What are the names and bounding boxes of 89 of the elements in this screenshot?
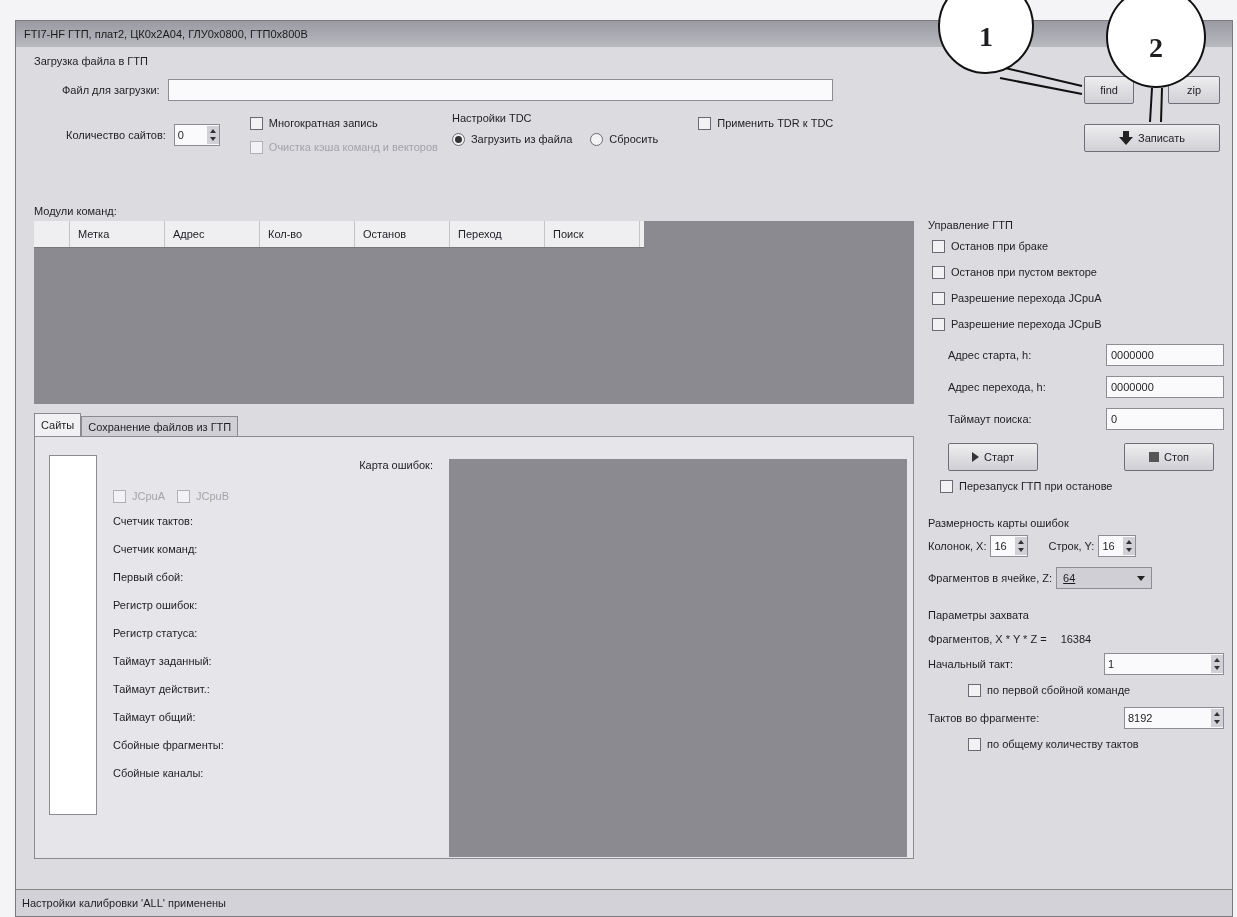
field-label: Таймаут действит.: [113,683,210,695]
checkbox[interactable] [932,291,945,305]
checkbox[interactable] [932,265,945,279]
checkbox-label: Применить TDR к TDC [717,117,834,129]
column-header[interactable]: Кол-во [260,221,355,247]
radio-label: Сбросить [609,133,659,145]
field-label: Регистр статуса: [113,627,198,639]
text-field[interactable]: 0000000 [1106,344,1224,366]
tab[interactable]: Сайты [34,413,82,436]
checkbox-label: по общему количеству тактов [987,738,1139,750]
spin-box[interactable]: 8192 [1124,707,1224,729]
field-label: Таймаут заданный: [113,655,212,667]
checkbox[interactable] [249,116,263,130]
field-label: Колонок, X: [928,540,987,552]
zip-button[interactable]: zip [1168,76,1220,104]
dropdown[interactable]: 64 [1056,567,1153,589]
group-title: Размерность карты ошибок [928,517,1070,529]
text-field[interactable]: 0000000 [1106,376,1224,398]
stop-button[interactable]: Стоп [1124,443,1214,471]
field-label: Счетчик тактов: [113,515,193,527]
write-button[interactable]: Записать [1084,124,1220,152]
field-label: Начальный такт: [928,658,1014,670]
checkbox-label: Перезапуск ГТП при останове [959,480,1113,492]
field-label: Регистр ошибок: [113,599,198,611]
field-label: Сбойные каналы: [113,767,204,779]
down-arrow-icon [1119,131,1133,145]
leader-line [1149,87,1163,123]
tab[interactable]: Сохранение файлов из ГТП [81,416,239,436]
radio-button[interactable] [590,132,604,146]
checkbox[interactable] [932,317,945,331]
field-label: Счетчик команд: [113,543,198,555]
section-label: Модули команд: [34,205,118,217]
column-header[interactable]: Поиск [545,221,640,247]
find-button[interactable]: find [1084,76,1134,104]
checkbox[interactable] [968,683,981,697]
spin-box[interactable]: 16 [1098,535,1137,557]
start-button[interactable]: Старт [948,443,1038,471]
checkbox-label: Разрешение перехода JCpuA [951,292,1102,304]
group-title: Параметры захвата [928,609,1030,621]
checkbox-label: Останов при браке [951,240,1049,252]
field-label: Фрагментов, X * Y * Z = [928,633,1047,645]
checkbox-label: JCpuA [132,490,166,502]
field-label: Сбойные фрагменты: [113,739,224,751]
spin-box[interactable]: 1 [1104,653,1224,675]
column-header[interactable]: Метка [70,221,165,247]
field-label: Карта ошибок: [359,459,433,471]
checkbox-label: по первой сбойной команде [987,684,1131,696]
radio-label: Загрузить из файла [470,133,573,145]
field-label: Файл для загрузки: [62,84,160,96]
checkbox[interactable] [932,239,945,253]
field-label: Адрес старта, h: [948,349,1032,361]
value-text: 16384 [1060,633,1092,645]
dropdown-arrow-icon [1137,575,1146,581]
field-label: Первый сбой: [113,571,184,583]
field-label: Тактов во фрагменте: [928,712,1040,724]
checkbox[interactable] [968,737,981,751]
field-label: Таймаут поиска: [948,413,1032,425]
field-label: Количество сайтов: [66,129,166,141]
checkbox-label: JCpuB [196,490,230,502]
column-header[interactable]: Останов [355,221,450,247]
column-header[interactable]: Адрес [165,221,260,247]
checkbox-label: Разрешение перехода JCpuB [951,318,1102,330]
text-field[interactable]: 0 [1106,408,1224,430]
play-icon [972,452,980,462]
site-list[interactable] [49,455,97,815]
radio-button[interactable] [451,132,465,146]
group-title: Загрузка файла в ГТП [34,55,149,67]
checkbox-label: Многократная запись [268,117,378,129]
spin-arrows-icon[interactable] [1015,537,1028,555]
spin-box[interactable]: 0 [173,124,220,146]
file-path-field[interactable] [167,79,833,101]
group-title: Настройки TDC [451,112,533,124]
status-text: Настройки калибровки 'ALL' применены [22,897,227,909]
spin-arrows-icon[interactable] [1211,709,1223,727]
checkbox[interactable] [940,479,953,493]
window-title: FTI7-HF ГТП, плат2, ЦК0x2A04, ГЛУ0x0800, ГТП0x800B [24,28,308,40]
field-label: Адрес перехода, h: [948,381,1046,393]
column-header[interactable]: Переход [450,221,545,247]
field-label: Таймаут общий: [113,711,196,723]
field-label: Строк, Y: [1048,540,1095,552]
spin-arrows-icon[interactable] [1123,537,1136,555]
checkbox-label: Останов при пустом векторе [951,266,1097,278]
spin-arrows-icon[interactable] [1211,655,1223,673]
spin-arrows-icon[interactable] [206,126,219,144]
spin-box[interactable]: 16 [990,535,1029,557]
checkbox[interactable] [698,116,712,130]
stop-icon [1149,452,1160,462]
field-label: Фрагментов в ячейке, Z: [928,572,1053,584]
group-title: Управление ГТП [928,219,1014,231]
